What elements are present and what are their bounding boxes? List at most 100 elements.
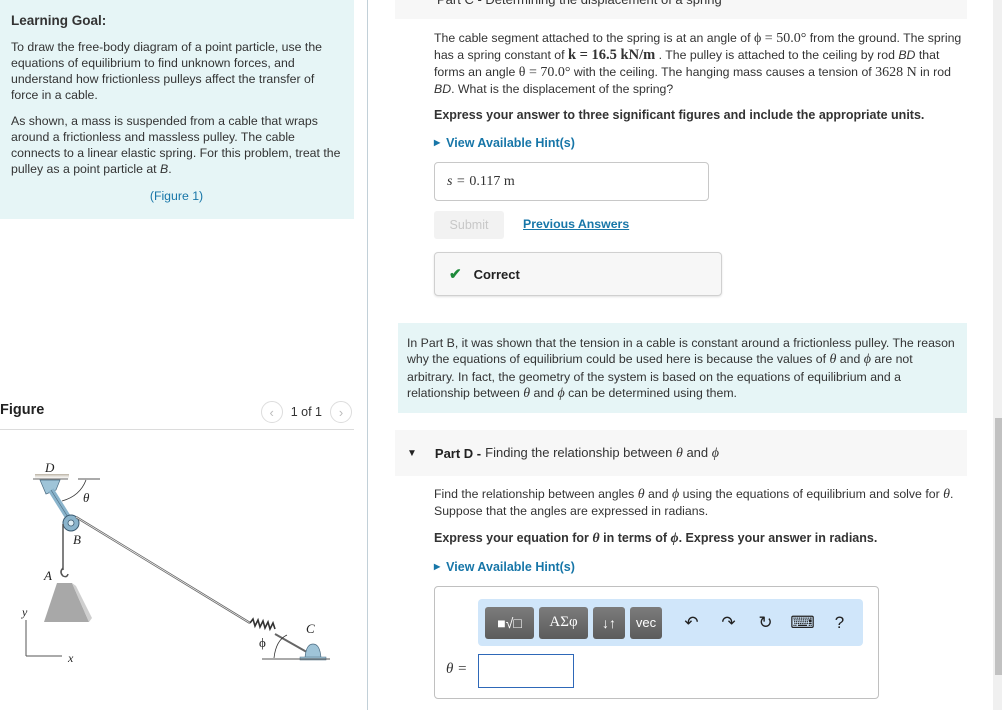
learning-goal-box: Learning Goal: To draw the free-body dia…: [0, 0, 354, 219]
phi-label: ϕ: [259, 635, 266, 650]
cable-bc-inner: [75, 516, 251, 624]
caret-right-icon: ▶: [434, 561, 441, 571]
info-text: can be determined using them.: [564, 385, 737, 400]
help-button[interactable]: ?: [821, 607, 858, 639]
correct-feedback: ✔ Correct: [434, 252, 722, 296]
part-d-instruction: Express your equation for θ in terms of …: [434, 530, 964, 547]
part-d-question: Find the relationship between angles θ a…: [434, 486, 964, 520]
figure-header: Figure ‹ 1 of 1 ›: [0, 398, 354, 430]
question-text: using the equations of equilibrium and s…: [679, 487, 944, 501]
problem-text: . The pulley is attached to the ceiling …: [655, 48, 899, 63]
problem-description: As shown, a mass is suspended from a cab…: [11, 113, 342, 177]
greek-symbols-button[interactable]: ΑΣφ: [539, 606, 588, 639]
part-d-header[interactable]: ▼ Part D - Finding the relationship betw…: [395, 430, 967, 476]
left-pane: Learning Goal: To draw the free-body dia…: [0, 0, 368, 710]
scrollbar[interactable]: [993, 0, 1002, 710]
figure-title: Figure: [0, 402, 45, 418]
previous-answers-link[interactable]: Previous Answers: [523, 217, 629, 231]
prev-figure-button[interactable]: ‹: [260, 401, 283, 423]
vector-button[interactable]: vec: [630, 606, 662, 639]
reset-icon: ↻: [758, 612, 773, 632]
math-toolbar: ■√□ ΑΣφ ↓↑ vec ↶ ↷ ↻ ⌨ ?: [478, 599, 863, 646]
equation-editor: ■√□ ΑΣφ ↓↑ vec ↶ ↷ ↻ ⌨ ? θ =: [434, 586, 879, 699]
theta-symbol: θ: [675, 445, 683, 461]
theta-symbol: θ: [943, 487, 950, 502]
description-end: .: [168, 162, 172, 176]
reset-button[interactable]: ↻: [747, 607, 784, 639]
instruction-text: . Express your answer in radians.: [678, 530, 878, 545]
answer-variable: s =: [447, 173, 466, 189]
instruction-text: in terms of: [599, 530, 671, 545]
info-box: In Part B, it was shown that the tension…: [398, 323, 967, 413]
chevron-left-icon: ‹: [269, 404, 274, 420]
part-d-title-text: and: [682, 444, 712, 460]
part-c-instruction: Express your answer to three significant…: [434, 108, 925, 123]
part-c-header[interactable]: Part C - Determining the displacement of…: [395, 0, 967, 19]
undo-icon: ↶: [684, 612, 699, 632]
figure-navigation: ‹ 1 of 1 ›: [260, 401, 352, 423]
x-axis-label: x: [67, 651, 74, 665]
info-text: and: [530, 385, 558, 400]
problem-text: . What is the displacement of the spring…: [451, 81, 674, 96]
part-c-answer-field[interactable]: s = 0.117 m: [434, 162, 709, 201]
learning-goal-text: To draw the free-body diagram of a point…: [11, 40, 323, 102]
next-figure-button[interactable]: ›: [330, 401, 352, 423]
phi-value: ϕ = 50.0°: [753, 31, 807, 46]
undo-button[interactable]: ↶: [673, 607, 710, 639]
part-c-problem: The cable segment attached to the spring…: [434, 30, 964, 152]
chevron-right-icon: ›: [338, 404, 344, 420]
hint-label: View Available Hint(s): [446, 559, 575, 574]
phi-symbol: ϕ: [670, 530, 679, 546]
part-d-title: Finding the relationship between θ and ϕ: [485, 445, 719, 462]
arrows-icon: ↓↑: [602, 614, 616, 631]
question-text: Find the relationship between angles: [434, 487, 638, 501]
help-icon: ?: [834, 612, 845, 632]
spring: [249, 617, 276, 632]
right-pane: Part C - Determining the displacement of…: [395, 0, 967, 710]
root-template-icon: ■√□: [497, 614, 522, 631]
pulley-hub: [67, 519, 75, 527]
support-c: [304, 643, 322, 659]
figure-link[interactable]: (Figure 1): [11, 189, 342, 203]
spring-constant: k = 16.5 kN/m: [567, 47, 656, 64]
tension-value: 3628 N: [875, 64, 917, 80]
theta-label: θ: [83, 490, 90, 505]
answer-value: 0.117 m: [469, 173, 515, 189]
theta-answer-input[interactable]: [478, 654, 574, 688]
theta-symbol: θ: [637, 487, 645, 502]
checkmark-icon: ✔: [449, 266, 462, 283]
redo-button[interactable]: ↷: [710, 607, 747, 639]
problem-text: The cable segment attached to the spring…: [434, 31, 754, 45]
caret-right-icon: ▶: [434, 138, 441, 148]
label-b: B: [73, 532, 81, 547]
theta-symbol: θ: [592, 530, 600, 546]
theta-label-text: θ =: [446, 661, 468, 677]
submit-button[interactable]: Submit: [434, 211, 504, 239]
part-d-title-text: Finding the relationship between: [485, 444, 676, 460]
phi-symbol: ϕ: [557, 385, 565, 401]
part-d-hint-toggle[interactable]: ▶ View Available Hint(s): [434, 559, 964, 575]
part-c-hint-toggle[interactable]: ▶ View Available Hint(s): [434, 135, 964, 151]
part-d-content: Find the relationship between angles θ a…: [434, 486, 964, 575]
figure-counter: 1 of 1: [290, 405, 322, 419]
y-axis-label: y: [21, 605, 28, 619]
hook: [60, 567, 69, 578]
problem-text: in rod: [916, 64, 951, 79]
description-text: As shown, a mass is suspended from a cab…: [11, 114, 341, 176]
arrows-button[interactable]: ↓↑: [593, 606, 625, 639]
question-text: and: [644, 487, 672, 501]
phi-arc: [273, 634, 288, 659]
caret-down-icon: ▼: [407, 447, 417, 459]
keyboard-button[interactable]: ⌨: [784, 607, 821, 639]
problem-statement: The cable segment attached to the spring…: [434, 30, 964, 97]
point-label: B: [160, 162, 169, 176]
pulley-spring-diagram: θ D B A C ϕ y x: [21, 460, 330, 665]
templates-button[interactable]: ■√□: [485, 606, 534, 639]
correct-label: Correct: [473, 266, 520, 282]
hint-label: View Available Hint(s): [446, 136, 575, 151]
label-c: C: [306, 621, 315, 636]
phi-symbol: ϕ: [863, 352, 871, 368]
vector-label: vec: [635, 615, 657, 630]
redo-icon: ↷: [721, 612, 736, 632]
scrollbar-thumb[interactable]: [995, 418, 1002, 675]
